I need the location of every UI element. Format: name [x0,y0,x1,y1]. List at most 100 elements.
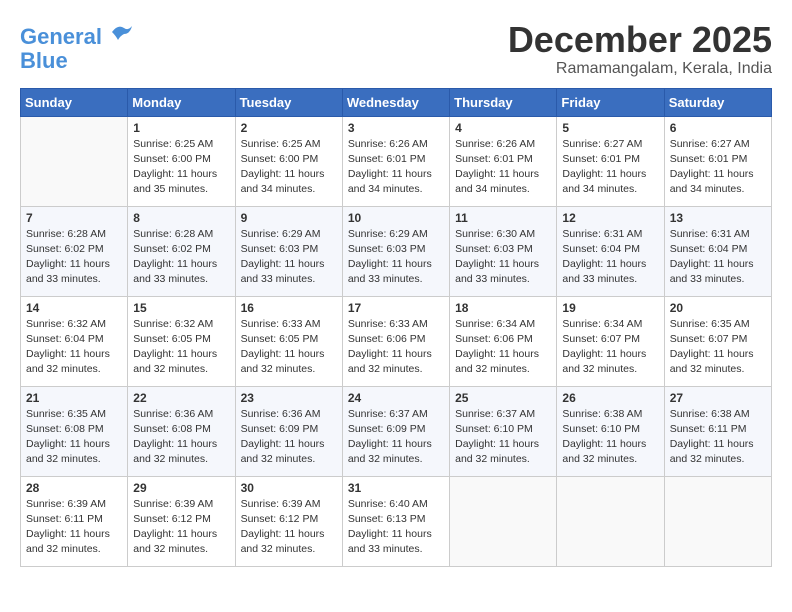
calendar-cell: 10 Sunrise: 6:29 AMSunset: 6:03 PMDaylig… [342,206,449,296]
day-info: Sunrise: 6:37 AMSunset: 6:09 PMDaylight:… [348,407,444,468]
day-number: 24 [348,391,444,405]
day-info: Sunrise: 6:26 AMSunset: 6:01 PMDaylight:… [348,137,444,198]
day-number: 28 [26,481,122,495]
day-info: Sunrise: 6:34 AMSunset: 6:06 PMDaylight:… [455,317,551,378]
week-row-4: 21 Sunrise: 6:35 AMSunset: 6:08 PMDaylig… [21,386,772,476]
calendar-cell: 11 Sunrise: 6:30 AMSunset: 6:03 PMDaylig… [450,206,557,296]
page-header: General Blue December 2025 Ramamangalam,… [20,20,772,78]
day-number: 14 [26,301,122,315]
calendar-cell [664,476,771,566]
calendar-cell: 15 Sunrise: 6:32 AMSunset: 6:05 PMDaylig… [128,296,235,386]
logo: General Blue [20,20,134,73]
day-number: 4 [455,121,551,135]
day-info: Sunrise: 6:39 AMSunset: 6:12 PMDaylight:… [133,497,229,558]
calendar-cell: 5 Sunrise: 6:27 AMSunset: 6:01 PMDayligh… [557,116,664,206]
day-number: 16 [241,301,337,315]
calendar-cell: 6 Sunrise: 6:27 AMSunset: 6:01 PMDayligh… [664,116,771,206]
month-title: December 2025 [508,20,772,60]
calendar-cell [450,476,557,566]
week-row-5: 28 Sunrise: 6:39 AMSunset: 6:11 PMDaylig… [21,476,772,566]
weekday-header-thursday: Thursday [450,88,557,116]
calendar-cell: 21 Sunrise: 6:35 AMSunset: 6:08 PMDaylig… [21,386,128,476]
week-row-3: 14 Sunrise: 6:32 AMSunset: 6:04 PMDaylig… [21,296,772,386]
day-info: Sunrise: 6:25 AMSunset: 6:00 PMDaylight:… [133,137,229,198]
day-number: 27 [670,391,766,405]
day-info: Sunrise: 6:27 AMSunset: 6:01 PMDaylight:… [562,137,658,198]
calendar-cell: 7 Sunrise: 6:28 AMSunset: 6:02 PMDayligh… [21,206,128,296]
day-number: 20 [670,301,766,315]
day-number: 26 [562,391,658,405]
day-info: Sunrise: 6:28 AMSunset: 6:02 PMDaylight:… [26,227,122,288]
day-number: 12 [562,211,658,225]
calendar-cell: 4 Sunrise: 6:26 AMSunset: 6:01 PMDayligh… [450,116,557,206]
day-info: Sunrise: 6:39 AMSunset: 6:11 PMDaylight:… [26,497,122,558]
day-number: 5 [562,121,658,135]
day-number: 11 [455,211,551,225]
calendar-cell [557,476,664,566]
day-info: Sunrise: 6:40 AMSunset: 6:13 PMDaylight:… [348,497,444,558]
day-number: 1 [133,121,229,135]
day-info: Sunrise: 6:31 AMSunset: 6:04 PMDaylight:… [670,227,766,288]
week-row-2: 7 Sunrise: 6:28 AMSunset: 6:02 PMDayligh… [21,206,772,296]
calendar-cell: 23 Sunrise: 6:36 AMSunset: 6:09 PMDaylig… [235,386,342,476]
day-info: Sunrise: 6:39 AMSunset: 6:12 PMDaylight:… [241,497,337,558]
calendar-cell: 28 Sunrise: 6:39 AMSunset: 6:11 PMDaylig… [21,476,128,566]
calendar-cell: 8 Sunrise: 6:28 AMSunset: 6:02 PMDayligh… [128,206,235,296]
calendar-cell: 9 Sunrise: 6:29 AMSunset: 6:03 PMDayligh… [235,206,342,296]
day-info: Sunrise: 6:37 AMSunset: 6:10 PMDaylight:… [455,407,551,468]
logo-text: General [20,20,134,49]
day-number: 30 [241,481,337,495]
calendar-cell: 3 Sunrise: 6:26 AMSunset: 6:01 PMDayligh… [342,116,449,206]
calendar-cell: 1 Sunrise: 6:25 AMSunset: 6:00 PMDayligh… [128,116,235,206]
day-info: Sunrise: 6:33 AMSunset: 6:06 PMDaylight:… [348,317,444,378]
weekday-header-row: SundayMondayTuesdayWednesdayThursdayFrid… [21,88,772,116]
day-number: 10 [348,211,444,225]
weekday-header-wednesday: Wednesday [342,88,449,116]
title-block: December 2025 Ramamangalam, Kerala, Indi… [508,20,772,78]
calendar-cell: 29 Sunrise: 6:39 AMSunset: 6:12 PMDaylig… [128,476,235,566]
weekday-header-friday: Friday [557,88,664,116]
day-number: 15 [133,301,229,315]
day-info: Sunrise: 6:30 AMSunset: 6:03 PMDaylight:… [455,227,551,288]
day-info: Sunrise: 6:32 AMSunset: 6:05 PMDaylight:… [133,317,229,378]
day-info: Sunrise: 6:35 AMSunset: 6:07 PMDaylight:… [670,317,766,378]
calendar-cell: 22 Sunrise: 6:36 AMSunset: 6:08 PMDaylig… [128,386,235,476]
calendar-cell: 14 Sunrise: 6:32 AMSunset: 6:04 PMDaylig… [21,296,128,386]
day-number: 29 [133,481,229,495]
weekday-header-monday: Monday [128,88,235,116]
day-number: 2 [241,121,337,135]
calendar-cell: 13 Sunrise: 6:31 AMSunset: 6:04 PMDaylig… [664,206,771,296]
calendar-cell: 18 Sunrise: 6:34 AMSunset: 6:06 PMDaylig… [450,296,557,386]
day-number: 13 [670,211,766,225]
day-info: Sunrise: 6:32 AMSunset: 6:04 PMDaylight:… [26,317,122,378]
day-info: Sunrise: 6:27 AMSunset: 6:01 PMDaylight:… [670,137,766,198]
day-number: 17 [348,301,444,315]
calendar-cell: 27 Sunrise: 6:38 AMSunset: 6:11 PMDaylig… [664,386,771,476]
day-number: 8 [133,211,229,225]
day-number: 19 [562,301,658,315]
day-info: Sunrise: 6:26 AMSunset: 6:01 PMDaylight:… [455,137,551,198]
day-info: Sunrise: 6:25 AMSunset: 6:00 PMDaylight:… [241,137,337,198]
day-number: 21 [26,391,122,405]
day-info: Sunrise: 6:31 AMSunset: 6:04 PMDaylight:… [562,227,658,288]
day-number: 3 [348,121,444,135]
day-info: Sunrise: 6:34 AMSunset: 6:07 PMDaylight:… [562,317,658,378]
day-info: Sunrise: 6:38 AMSunset: 6:10 PMDaylight:… [562,407,658,468]
calendar-cell: 16 Sunrise: 6:33 AMSunset: 6:05 PMDaylig… [235,296,342,386]
weekday-header-saturday: Saturday [664,88,771,116]
day-number: 22 [133,391,229,405]
calendar-cell: 2 Sunrise: 6:25 AMSunset: 6:00 PMDayligh… [235,116,342,206]
day-info: Sunrise: 6:33 AMSunset: 6:05 PMDaylight:… [241,317,337,378]
logo-bird-icon [110,20,134,44]
weekday-header-sunday: Sunday [21,88,128,116]
calendar-cell: 17 Sunrise: 6:33 AMSunset: 6:06 PMDaylig… [342,296,449,386]
logo-blue-text: Blue [20,49,134,73]
day-number: 7 [26,211,122,225]
day-number: 31 [348,481,444,495]
calendar-cell: 12 Sunrise: 6:31 AMSunset: 6:04 PMDaylig… [557,206,664,296]
day-number: 18 [455,301,551,315]
calendar-cell: 30 Sunrise: 6:39 AMSunset: 6:12 PMDaylig… [235,476,342,566]
day-info: Sunrise: 6:29 AMSunset: 6:03 PMDaylight:… [241,227,337,288]
day-info: Sunrise: 6:35 AMSunset: 6:08 PMDaylight:… [26,407,122,468]
day-info: Sunrise: 6:29 AMSunset: 6:03 PMDaylight:… [348,227,444,288]
